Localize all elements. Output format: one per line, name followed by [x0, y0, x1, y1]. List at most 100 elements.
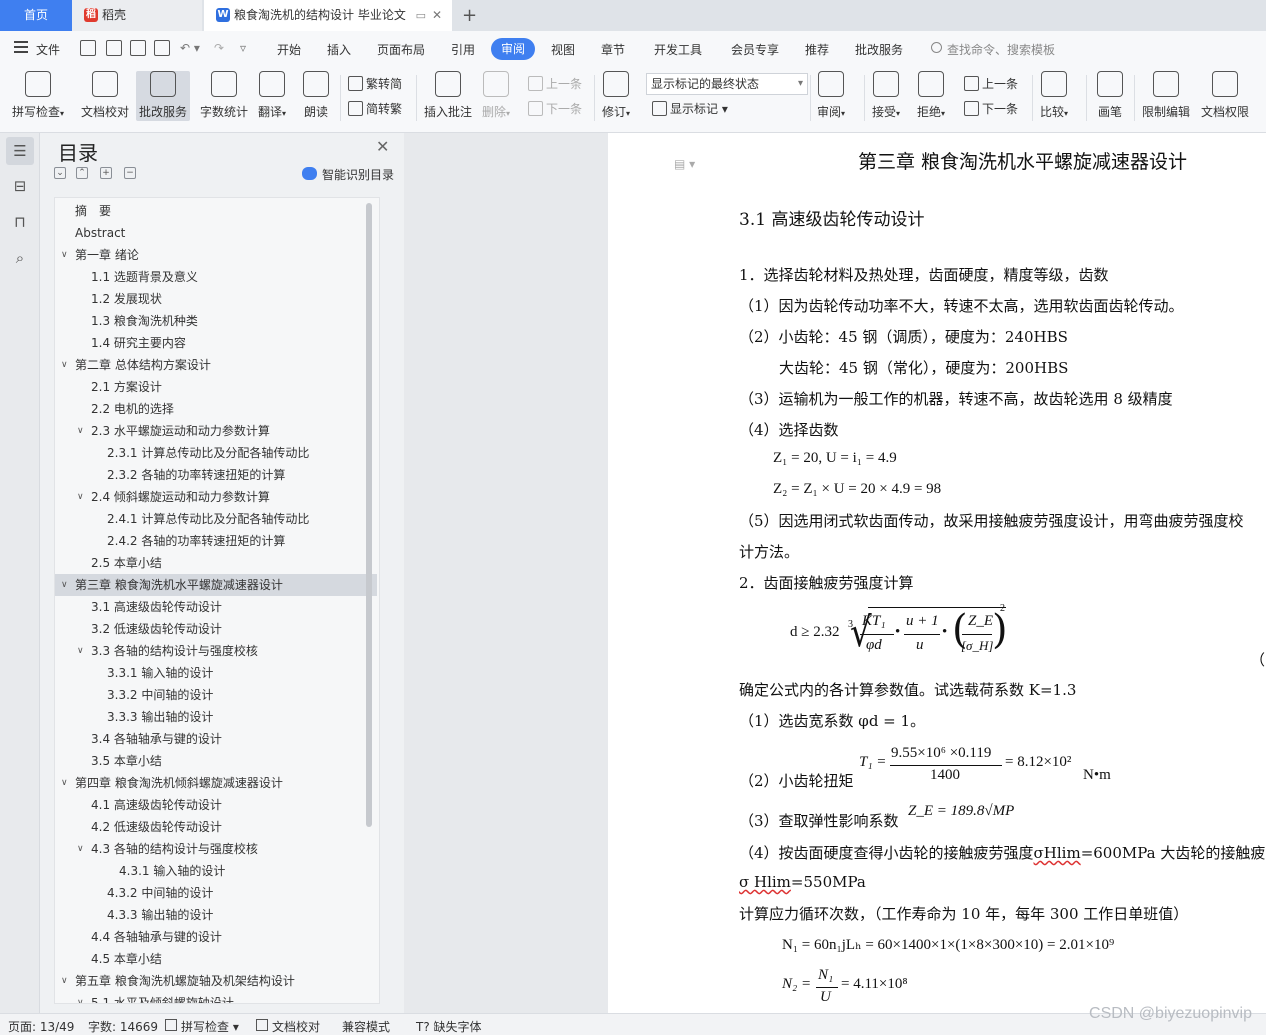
monitor-icon[interactable]: ▭ [416, 0, 426, 31]
toc-item[interactable]: 1.1 选题背景及意义 [55, 266, 377, 288]
proof-status[interactable]: 文档校对 [272, 1018, 320, 1035]
collapse-all-icon[interactable]: ⌄ [54, 167, 66, 179]
menu-member[interactable]: 会员专享 [731, 41, 779, 58]
toc-item[interactable]: 2.1 方案设计 [55, 376, 377, 398]
menu-grading[interactable]: 批改服务 [855, 41, 903, 58]
menu-chapter[interactable]: 章节 [601, 41, 625, 58]
simp-to-trad-button[interactable]: 简转繁 [348, 100, 402, 117]
toc-item[interactable]: 1.4 研究主要内容 [55, 332, 377, 354]
toc-item[interactable]: 2.5 本章小结 [55, 552, 377, 574]
toc-panel-icon[interactable]: ☰ [6, 137, 34, 165]
toc-item[interactable]: 4.3.3 输出轴的设计 [55, 904, 377, 926]
page-indicator[interactable]: 页面: 13/49 [8, 1018, 74, 1035]
read-aloud-button[interactable]: 朗读 [303, 71, 329, 120]
reject-button[interactable]: 拒绝▾ [917, 71, 945, 120]
expand-arrow-icon[interactable]: ∨ [77, 640, 84, 662]
trad-to-simp-button[interactable]: 繁转简 [348, 75, 402, 92]
toc-item[interactable]: ∨ 第五章 粮食淘洗机螺旋轴及机架结构设计 [55, 970, 377, 992]
page-doc-icon[interactable]: ▤ ▾ [674, 157, 695, 171]
word-count-indicator[interactable]: 字数: 14669 [88, 1018, 158, 1035]
tab-home[interactable]: 首页 [0, 0, 72, 31]
toc-item[interactable]: ∨ 第二章 总体结构方案设计 [55, 354, 377, 376]
menu-devtools[interactable]: 开发工具 [654, 41, 702, 58]
undo-icon[interactable]: ↶ ▾ [180, 41, 200, 55]
spell-check-status[interactable]: 拼写检查 ▾ [181, 1018, 239, 1035]
toc-item[interactable]: 3.3.1 输入轴的设计 [55, 662, 377, 684]
prev-change-button[interactable]: 上一条 [964, 75, 1018, 92]
menu-recommend[interactable]: 推荐 [805, 41, 829, 58]
toc-item[interactable]: 4.3.1 输入轴的设计 [55, 860, 377, 882]
toc-item[interactable]: 2.4.2 各轴的功率转速扭矩的计算 [55, 530, 377, 552]
word-count-button[interactable]: 字数统计 [200, 71, 248, 120]
command-search[interactable]: 查找命令、搜索模板 [947, 41, 1055, 58]
prev-comment-button[interactable]: 上一条 [528, 75, 582, 92]
bookmark-icon[interactable]: ⊓ [11, 213, 29, 231]
pen-button[interactable]: 画笔 [1097, 71, 1123, 120]
expand-arrow-icon[interactable]: ∨ [61, 354, 68, 376]
delete-comment-button[interactable]: 删除▾ [482, 71, 510, 120]
find-icon[interactable]: ⌕ [11, 249, 29, 267]
toc-item[interactable]: 4.3.2 中间轴的设计 [55, 882, 377, 904]
new-tab-icon[interactable]: + [462, 0, 477, 31]
track-changes-button[interactable]: 修订▾ [602, 71, 630, 120]
hamburger-menu-icon[interactable] [14, 41, 28, 53]
export-pdf-icon[interactable] [106, 40, 122, 56]
grading-service-button[interactable]: 批改服务 [136, 71, 191, 121]
toc-item[interactable]: ∨ 2.3 水平螺旋运动和动力参数计算 [55, 420, 377, 442]
expand-arrow-icon[interactable]: ∨ [77, 838, 84, 860]
toc-item[interactable]: 2.2 电机的选择 [55, 398, 377, 420]
expand-arrow-icon[interactable]: ∨ [61, 970, 68, 992]
accept-button[interactable]: 接受▾ [872, 71, 900, 120]
expand-up-icon[interactable]: ⌃ [76, 167, 88, 179]
toc-item[interactable]: Abstract [55, 222, 377, 244]
quick-access-more-icon[interactable]: ▿ [240, 41, 246, 55]
missing-font-status[interactable]: T? 缺失字体 [416, 1018, 482, 1035]
markup-state-select[interactable]: 显示标记的最终状态 [646, 73, 808, 95]
add-heading-icon[interactable]: + [100, 167, 112, 179]
toc-item[interactable]: ∨ 4.3 各轴的结构设计与强度校核 [55, 838, 377, 860]
expand-arrow-icon[interactable]: ∨ [61, 772, 68, 794]
menu-reference[interactable]: 引用 [451, 41, 475, 58]
toc-item[interactable]: 摘 要 [55, 200, 377, 222]
menu-insert[interactable]: 插入 [327, 41, 351, 58]
expand-arrow-icon[interactable]: ∨ [77, 992, 84, 1003]
tab-daoke[interactable]: 稻 稻壳 [72, 0, 202, 31]
expand-arrow-icon[interactable]: ∨ [77, 420, 84, 442]
close-toc-icon[interactable]: ✕ [376, 137, 389, 156]
doc-permission-button[interactable]: 文档权限 [1201, 71, 1249, 120]
menu-review[interactable]: 审阅 [491, 38, 535, 60]
toc-item[interactable]: ∨ 第四章 粮食淘洗机倾斜螺旋减速器设计 [55, 772, 377, 794]
tab-document[interactable]: W 粮食淘洗机的结构设计 毕业论文 ▭ ✕ [204, 0, 452, 31]
toc-item[interactable]: 2.4.1 计算总传动比及分配各轴传动比 [55, 508, 377, 530]
next-comment-button[interactable]: 下一条 [528, 100, 582, 117]
toc-item[interactable]: 3.3.2 中间轴的设计 [55, 684, 377, 706]
toc-item[interactable]: 4.5 本章小结 [55, 948, 377, 970]
toc-item[interactable]: 3.3.3 输出轴的设计 [55, 706, 377, 728]
next-change-button[interactable]: 下一条 [964, 100, 1018, 117]
toc-item[interactable]: 3.1 高速级齿轮传动设计 [55, 596, 377, 618]
restrict-edit-button[interactable]: 限制编辑 [1142, 71, 1190, 120]
show-markup-button[interactable]: 显示标记 ▾ [652, 100, 728, 117]
compare-button[interactable]: 比较▾ [1040, 71, 1068, 120]
expand-arrow-icon[interactable]: ∨ [77, 486, 84, 508]
toc-item[interactable]: ∨ 3.3 各轴的结构设计与强度校核 [55, 640, 377, 662]
doc-proof-button[interactable]: 文档校对 [81, 71, 129, 120]
toc-item[interactable]: 4.1 高速级齿轮传动设计 [55, 794, 377, 816]
toc-item[interactable]: 3.5 本章小结 [55, 750, 377, 772]
toc-item[interactable]: ∨ 2.4 倾斜螺旋运动和动力参数计算 [55, 486, 377, 508]
print-icon[interactable] [130, 40, 146, 56]
menu-file[interactable]: 文件 [36, 41, 60, 58]
print-preview-icon[interactable] [154, 40, 170, 56]
toc-item[interactable]: 2.3.1 计算总传动比及分配各轴传动比 [55, 442, 377, 464]
menu-view[interactable]: 视图 [551, 41, 575, 58]
toc-item[interactable]: ∨ 第三章 粮食淘洗机水平螺旋减速器设计 [55, 574, 377, 596]
toc-item[interactable]: 3.2 低速级齿轮传动设计 [55, 618, 377, 640]
expand-arrow-icon[interactable]: ∨ [61, 244, 68, 266]
remove-heading-icon[interactable]: − [124, 167, 136, 179]
expand-arrow-icon[interactable]: ∨ [61, 574, 68, 596]
toc-item[interactable]: 4.2 低速级齿轮传动设计 [55, 816, 377, 838]
menu-start[interactable]: 开始 [277, 41, 301, 58]
toc-item[interactable]: 3.4 各轴轴承与键的设计 [55, 728, 377, 750]
chapter-nav-icon[interactable]: ⊟ [11, 177, 29, 195]
redo-icon[interactable]: ↷ [214, 41, 224, 55]
